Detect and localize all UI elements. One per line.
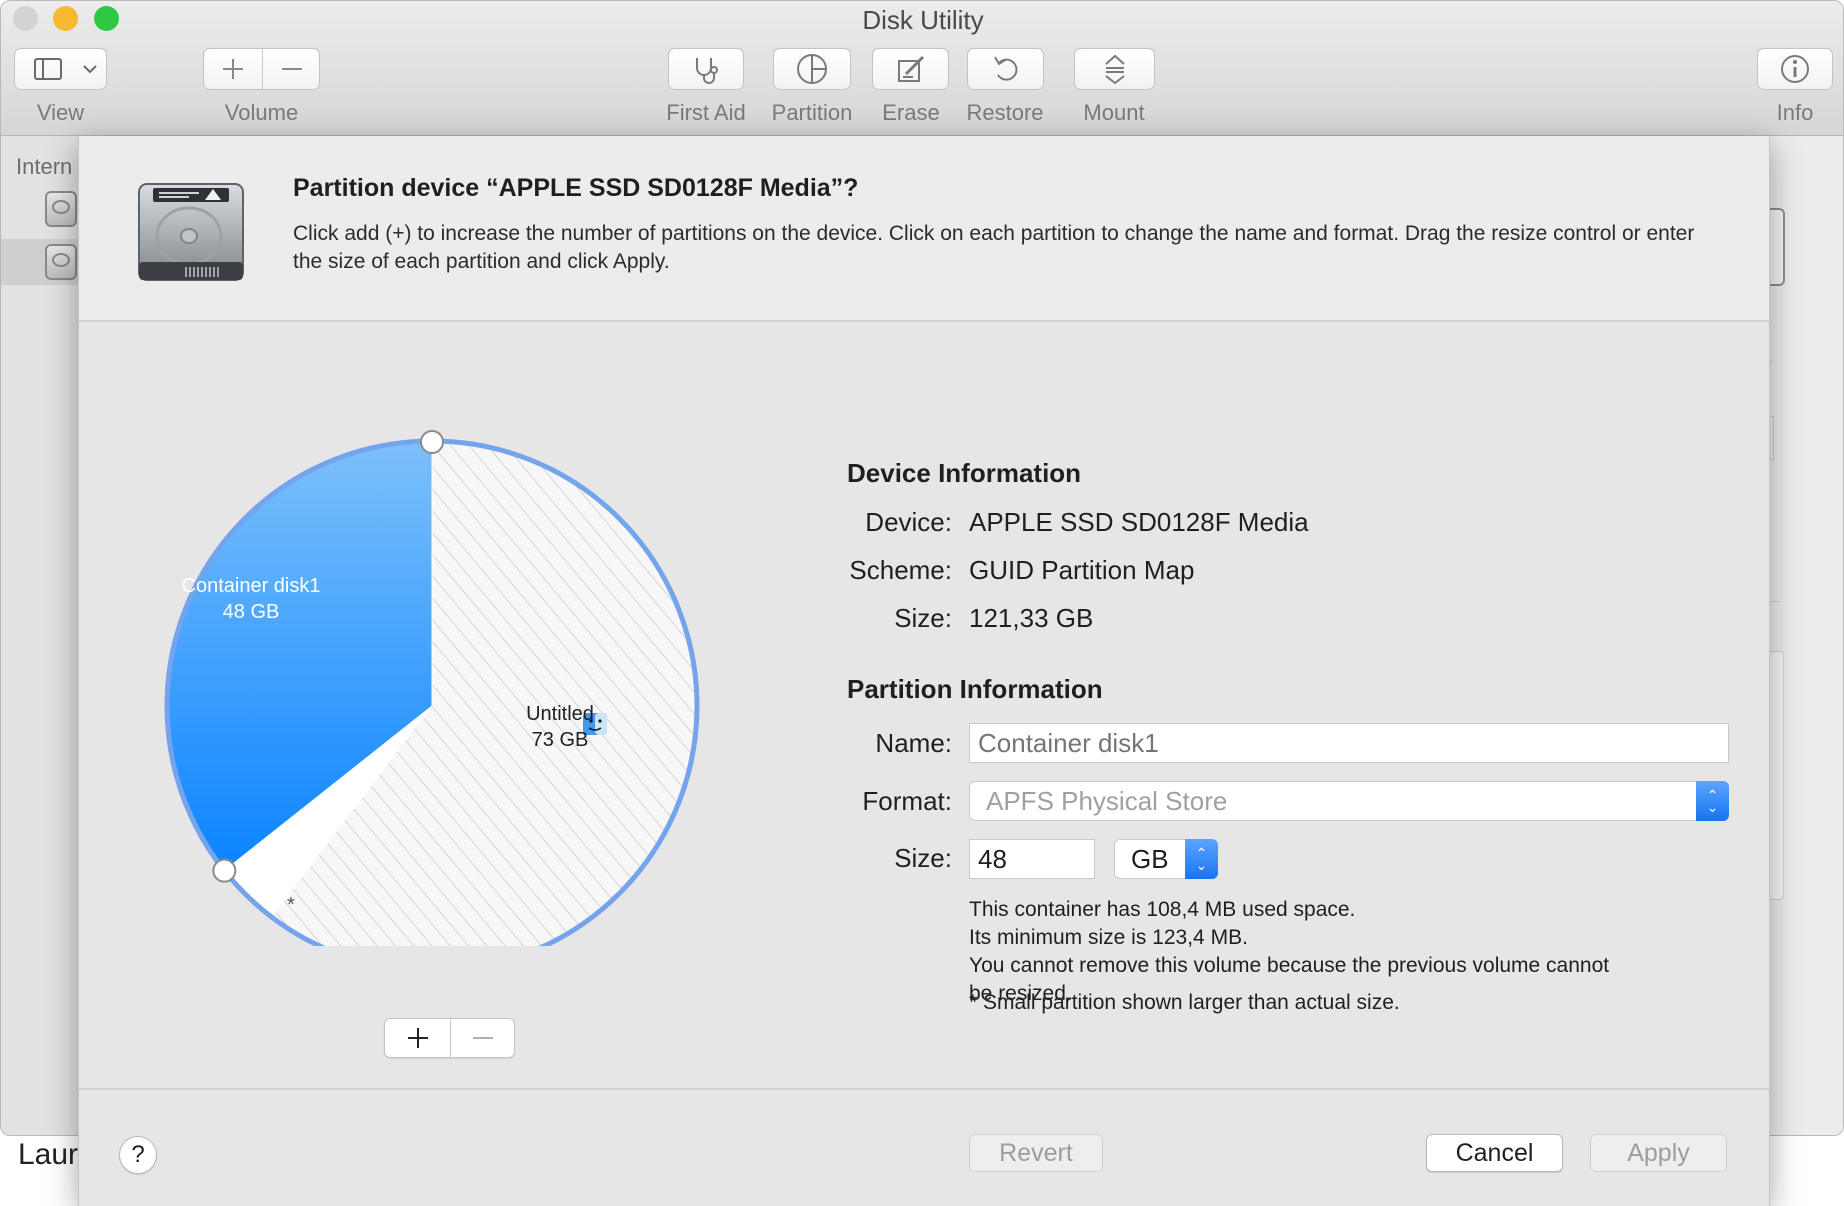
partition-label-untitled: Untitled 73 GB <box>495 701 625 753</box>
device-size-value: 121,33 GB <box>969 603 1094 633</box>
partition-name: Untitled <box>526 703 594 725</box>
device-information-title: Device Information <box>847 458 1082 488</box>
partition-size-label: Size: <box>894 843 952 873</box>
add-volume-button[interactable] <box>204 49 262 89</box>
view-button[interactable] <box>14 48 107 90</box>
apply-button[interactable]: Apply <box>1590 1134 1727 1172</box>
mount-label: Mount <box>1083 100 1145 125</box>
format-select-value: APFS Physical Store <box>986 785 1228 816</box>
restore-label: Restore <box>966 100 1044 125</box>
partition-size: 48 GB <box>222 601 280 623</box>
info-button[interactable] <box>1757 48 1833 90</box>
plus-icon <box>407 1028 428 1048</box>
scheme-label: Scheme: <box>849 555 952 585</box>
mount-arrows-icon <box>1104 54 1125 85</box>
note-line: You cannot remove this volume because th… <box>969 954 1610 977</box>
scheme-value: GUID Partition Map <box>969 555 1195 585</box>
sidebar <box>1 136 81 1135</box>
mount-button[interactable] <box>1074 48 1155 90</box>
first-aid-label: First Aid <box>666 100 746 125</box>
minus-icon <box>473 1037 493 1039</box>
info-label: Info <box>1776 100 1814 125</box>
volume-label: Volume <box>224 100 299 125</box>
sheet-footer-divider <box>79 1088 1769 1090</box>
format-label: Format: <box>862 786 952 816</box>
note-line: Its minimum size is 123,4 MB. <box>969 926 1248 949</box>
partition-information-title: Partition Information <box>847 674 1103 704</box>
info-icon <box>1781 55 1809 83</box>
toolbar: Disk Utility View Volume First Aid Parti… <box>1 1 1843 136</box>
plus-icon <box>223 59 243 79</box>
partition-label: Partition <box>771 100 853 125</box>
partition-label-container-disk1: Container disk1 48 GB <box>151 573 351 625</box>
note-line: This container has 108,4 MB used space. <box>969 898 1356 921</box>
partition-size-value: 48 <box>978 843 1007 874</box>
restore-arrow-icon <box>993 56 1017 81</box>
internal-disk-icon[interactable] <box>45 191 77 227</box>
first-aid-button[interactable] <box>668 48 744 90</box>
device-value: APPLE SSD SD0128F Media <box>969 507 1309 537</box>
resize-handle[interactable] <box>212 858 237 883</box>
detail-pane-edge <box>1769 136 1843 1135</box>
erase-button[interactable] <box>872 48 949 90</box>
sidebar-bottom-text: Laur <box>18 1138 79 1171</box>
remove-partition-button[interactable] <box>451 1019 515 1057</box>
add-remove-partition-control[interactable] <box>384 1018 515 1058</box>
view-label: View <box>36 100 85 125</box>
window-title: Disk Utility <box>862 5 984 35</box>
internal-disk-icon[interactable] <box>45 244 77 280</box>
remove-volume-button[interactable] <box>263 49 321 89</box>
erase-label: Erase <box>882 100 940 125</box>
minus-icon <box>282 68 302 70</box>
partition-name-label: Name: <box>875 728 952 758</box>
select-arrows-icon: ⌃ ⌄ <box>1185 839 1218 879</box>
size-unit-value: GB <box>1131 843 1169 874</box>
partition-name-field[interactable] <box>969 723 1729 763</box>
partition-sheet: Partition device “APPLE SSD SD0128F Medi… <box>78 136 1770 1206</box>
volume-segmented-control[interactable] <box>203 48 320 90</box>
sheet-header: Partition device “APPLE SSD SD0128F Medi… <box>79 136 1769 322</box>
small-partition-marker: * <box>287 894 295 916</box>
erase-pencil-icon <box>897 55 924 82</box>
partition-pie-icon <box>797 54 827 84</box>
help-button[interactable]: ? <box>119 1136 157 1174</box>
sidebar-toggle-icon <box>33 58 97 80</box>
partition-pie-chart[interactable]: * <box>129 346 729 946</box>
partition-button[interactable] <box>773 48 851 90</box>
size-unit-select[interactable]: GB ⌃ ⌄ <box>1114 839 1218 879</box>
resize-handle[interactable] <box>420 430 444 454</box>
select-arrows-icon: ⌃ ⌄ <box>1696 781 1729 821</box>
device-label: Device: <box>865 507 952 537</box>
partition-size: 73 GB <box>531 729 589 751</box>
device-size-label: Size: <box>894 603 952 633</box>
sheet-description: Click add (+) to increase the number of … <box>293 222 1695 273</box>
stethoscope-icon <box>696 58 718 84</box>
sidebar-section-header: Intern <box>16 154 73 179</box>
sheet-title: Partition device “APPLE SSD SD0128F Medi… <box>293 174 859 202</box>
small-partition-footnote: * Small partition shown larger than actu… <box>969 991 1400 1014</box>
revert-button[interactable]: Revert <box>969 1134 1103 1172</box>
restore-button[interactable] <box>967 48 1044 90</box>
partition-size-field[interactable]: 48 <box>969 839 1095 879</box>
add-partition-button[interactable] <box>385 1019 450 1057</box>
cancel-button[interactable]: Cancel <box>1426 1134 1563 1172</box>
hard-drive-icon <box>138 183 244 281</box>
format-select[interactable]: APFS Physical Store ⌃ ⌄ <box>969 781 1729 821</box>
partition-name: Container disk1 <box>181 575 321 597</box>
